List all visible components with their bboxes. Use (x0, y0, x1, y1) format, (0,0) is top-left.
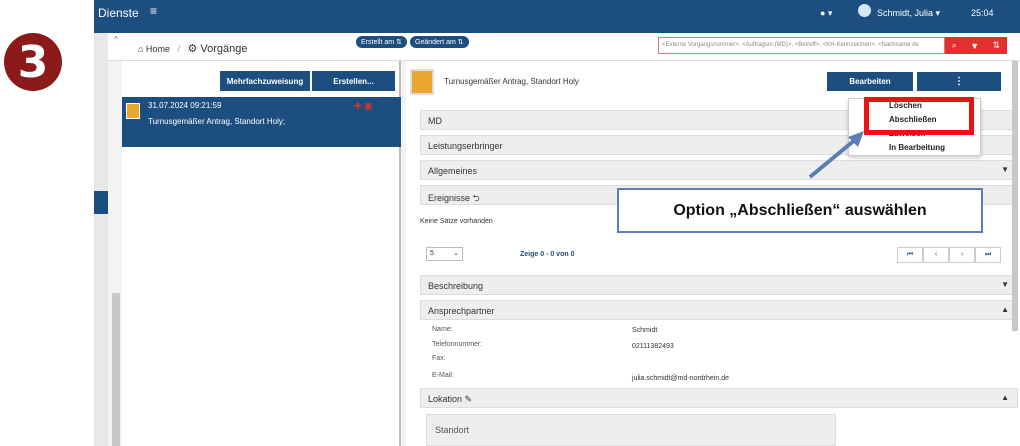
chevron-up-icon: ▲ (1001, 393, 1009, 402)
first-page-icon[interactable]: ⏮ (897, 247, 923, 263)
info-icon[interactable]: ● ▾ (820, 8, 832, 19)
list-item[interactable]: 31.07.2024 09:21:59 Turnusgemäßer Antrag… (122, 97, 401, 147)
contact-name: Schmidt (632, 327, 658, 334)
detail-title: Turnusgemäßer Antrag, Standort Holy (444, 77, 579, 86)
instruction-callout: Option „Abschließen“ auswählen (617, 188, 983, 233)
prev-page-icon[interactable]: ‹ (923, 247, 949, 263)
side-tab-active[interactable] (94, 191, 108, 214)
sort-changed-button[interactable]: Geändert am ⇅ (410, 36, 469, 48)
contact-mail: julia.schmidt@md-nordrhein.de (632, 375, 729, 382)
breadcrumb-separator: / (177, 44, 180, 54)
paging-text: Zeige 0 - 0 von 0 (520, 251, 575, 258)
standort-label: Standort (435, 425, 470, 435)
step-number-badge: 3 (4, 33, 62, 91)
section-label: Ereignisse ⮌ (428, 193, 480, 203)
chevron-down-icon: ▼ (1001, 165, 1009, 174)
section-ansprechpartner[interactable]: Ansprechpartner ▲ (420, 300, 1018, 320)
last-page-icon[interactable]: ⏭ (975, 247, 1001, 263)
search-actions: ⌕ ▼ ⇅ (945, 37, 1007, 54)
mehrfachzuweisung-button[interactable]: Mehrfachzuweisung (220, 71, 310, 91)
sub-toolbar: ^ ⌂ Home / ⚙ Vorgänge Erstellt am ⇅ Geän… (108, 33, 1020, 61)
next-page-icon[interactable]: › (949, 247, 975, 263)
sort-created-button[interactable]: Erstellt am ⇅ (356, 36, 407, 48)
section-lokation[interactable]: Lokation ✎ ▲ (420, 388, 1018, 408)
section-allgemeines[interactable]: Allgemeines ▼ (420, 160, 1018, 180)
avatar[interactable] (858, 4, 871, 17)
session-time: 25:04 (971, 8, 994, 18)
search-input[interactable]: <Externe Vorgangsnummer>, <Auftragsnr.(M… (658, 37, 945, 54)
detail-scrollbar[interactable] (1012, 61, 1018, 331)
section-label: Beschreibung (428, 281, 484, 291)
bearbeiten-button[interactable]: Bearbeiten (827, 72, 913, 91)
highlight-box (864, 97, 974, 135)
breadcrumb-home[interactable]: ⌂ Home (138, 44, 170, 54)
section-beschreibung[interactable]: Beschreibung ▼ (420, 275, 1018, 295)
top-navbar: Dienste ≡ ● ▾ Schmidt, Julia ▾ 25:04 (94, 0, 1020, 33)
contact-name-label: Name: (432, 326, 453, 333)
section-label: MD (428, 116, 442, 126)
page-size-select[interactable]: 5 ⌄ (426, 247, 463, 261)
breadcrumb: ⌂ Home / ⚙ Vorgänge (138, 42, 248, 55)
brand-label[interactable]: Dienste (98, 6, 139, 20)
page-size-value: 5 (430, 250, 434, 257)
case-list-panel: Mehrfachzuweisung Erstellen... 31.07.202… (122, 61, 401, 446)
document-icon (410, 69, 434, 95)
filter-icon[interactable]: ▼ (970, 41, 979, 51)
empty-message: Keine Sätze vorhanden (420, 218, 493, 225)
item-date: 31.07.2024 09:21:59 (148, 101, 222, 110)
erstellen-button[interactable]: Erstellen... (312, 71, 395, 91)
hamburger-icon[interactable]: ≡ (150, 4, 157, 18)
user-menu[interactable]: Schmidt, Julia ▾ (877, 8, 940, 19)
section-label: Ansprechpartner (428, 306, 495, 316)
contact-fax-label: Fax: (432, 355, 446, 362)
pager: ⏮ ‹ › ⏭ (897, 247, 1001, 263)
chevron-down-icon: ▼ (1001, 280, 1009, 289)
left-scrollbar[interactable] (112, 293, 120, 446)
contact-tel: 02111382493 (632, 343, 674, 350)
standort-box: Standort (426, 414, 836, 446)
chevron-up-icon: ▲ (1001, 305, 1009, 314)
section-label: Allgemeines (428, 166, 478, 176)
chevron-down-icon: ⌄ (453, 250, 459, 257)
section-label: Lokation ✎ (428, 394, 473, 404)
menu-item-in-bearbeitung[interactable]: In Bearbeitung (889, 143, 945, 152)
priority-icon: ✚ ▣ (354, 101, 373, 111)
document-icon (126, 103, 140, 119)
search-icon[interactable]: ⌕ (952, 40, 957, 51)
item-title: Turnusgemäßer Antrag, Standort Holy; (148, 117, 286, 126)
contact-mail-label: E-Mail: (432, 372, 454, 379)
scroll-up-icon[interactable]: ^ (114, 35, 118, 44)
breadcrumb-page: ⚙ Vorgänge (187, 43, 248, 55)
side-strip (94, 33, 108, 446)
contact-tel-label: Telefonnummer: (432, 341, 483, 348)
section-label: Leistungserbringer (428, 141, 503, 151)
pointer-arrow (808, 131, 864, 179)
more-actions-button[interactable]: ⋮ (917, 72, 1001, 91)
sort-icon[interactable]: ⇅ (993, 40, 1001, 51)
